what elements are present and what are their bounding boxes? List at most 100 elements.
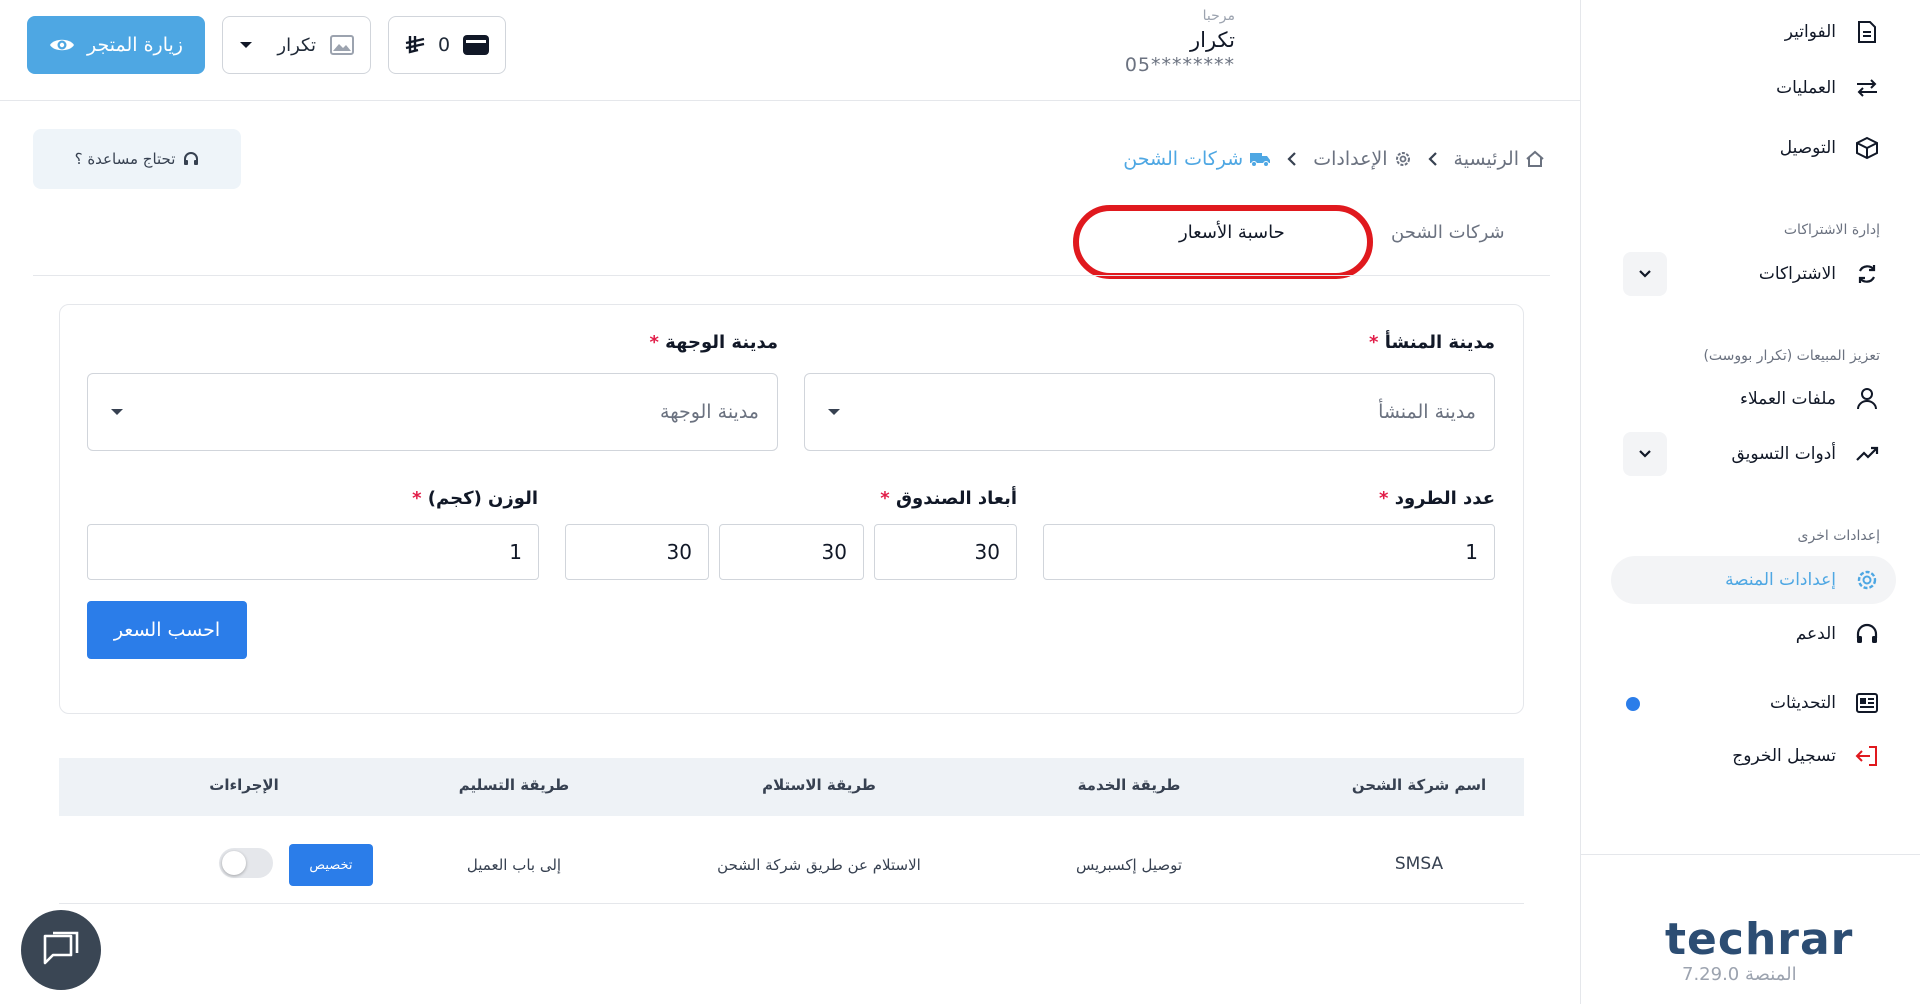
sidebar-item-invoices[interactable]: الفواتير [1785, 12, 1880, 52]
box-icon [1854, 135, 1880, 161]
th-company: اسم شركة الشحن [1351, 776, 1487, 794]
table-row: SMSA توصيل إكسبريس الاستلام عن طريق شركة… [59, 832, 1524, 904]
sidebar-item-support[interactable]: الدعم [1796, 614, 1880, 654]
store-select-label: تكرار [277, 34, 316, 56]
origin-label: مدينة المنشأ * [1369, 332, 1495, 353]
box-dims-label-text: أبعاد الصندوق [895, 488, 1017, 509]
breadcrumb-settings-label: الإعدادات [1313, 148, 1388, 170]
destination-placeholder: مدينة الوجهة [660, 401, 759, 423]
sidebar-item-operations[interactable]: العمليات [1776, 68, 1880, 108]
required-mark: * [1379, 488, 1389, 509]
riyal-icon [404, 34, 426, 56]
calculate-price-button[interactable]: احسب السعر [87, 601, 247, 659]
destination-label-text: مدينة الوجهة [665, 332, 778, 353]
store-select[interactable]: تكرار [222, 16, 371, 74]
sidebar-label: الاشتراكات [1758, 264, 1836, 284]
section-sales-boost: تعزيز المبيعات (تكرار بووست) [1703, 348, 1880, 364]
sidebar-item-delivery[interactable]: التوصيل [1780, 128, 1880, 168]
sidebar-divider [1581, 854, 1920, 855]
origin-placeholder: مدينة المنشأ [1378, 401, 1476, 423]
tabs-divider [33, 275, 1550, 276]
tab-shipping-companies[interactable]: شركات الشحن [1391, 222, 1505, 243]
chat-icon [41, 931, 81, 969]
newspaper-icon [1854, 690, 1880, 716]
user-greeting: مرحبا تكرار 05******** [1125, 8, 1235, 76]
parcels-label: عدد الطرود * [1379, 488, 1495, 509]
enable-toggle[interactable] [219, 848, 273, 878]
weight-label: الوزن (كجم) * [412, 488, 538, 509]
sidebar: الفواتير العمليات التوصيل إدارة الاشتراك… [1580, 0, 1920, 1004]
chevron-left-icon [1287, 151, 1297, 167]
visit-store-label: زيارة المتجر [87, 34, 183, 56]
destination-city-select[interactable]: مدينة الوجهة [87, 373, 778, 451]
box-width-input[interactable]: 30 [719, 524, 864, 580]
sidebar-item-subscriptions[interactable]: الاشتراكات [1759, 254, 1880, 294]
truck-icon [1249, 150, 1271, 168]
sidebar-label: العمليات [1776, 78, 1836, 98]
th-service: طريقة الخدمة [1077, 776, 1181, 794]
sidebar-item-platform-settings[interactable]: إعدادات المنصة [1725, 560, 1880, 600]
wallet-balance[interactable]: 0 [388, 16, 506, 74]
origin-city-select[interactable]: مدينة المنشأ [804, 373, 1495, 451]
headphones-icon [1854, 621, 1880, 647]
breadcrumb-home[interactable]: الرئيسية [1454, 148, 1545, 170]
home-icon [1525, 149, 1545, 169]
destination-label: مدينة الوجهة * [649, 332, 778, 353]
document-icon [1854, 19, 1880, 45]
refresh-icon [1854, 261, 1880, 287]
required-mark: * [412, 488, 422, 509]
visit-store-button[interactable]: زيارة المتجر [27, 16, 205, 74]
platform-version: المنصة 7.29.0 [1682, 964, 1797, 985]
th-delivery: طريقة التسليم [458, 776, 570, 794]
cell-pickup: الاستلام عن طريق شركة الشحن [717, 856, 921, 874]
gear-icon [1394, 150, 1412, 168]
parcels-value: 1 [1465, 540, 1478, 564]
box-length-input[interactable]: 30 [874, 524, 1017, 580]
highlight-ring [1073, 205, 1373, 279]
weight-value: 1 [509, 540, 522, 564]
cell-company: SMSA [1394, 854, 1444, 874]
chat-button[interactable] [21, 910, 101, 990]
chevron-down-icon [1638, 269, 1652, 279]
subscriptions-expand[interactable] [1623, 252, 1667, 296]
customize-label: تخصيص [309, 857, 353, 873]
sidebar-item-customer-files[interactable]: ملفات العملاء [1740, 379, 1880, 419]
sidebar-label: الفواتير [1784, 22, 1836, 42]
required-mark: * [880, 488, 890, 509]
parcels-input[interactable]: 1 [1043, 524, 1495, 580]
box-width-value: 30 [821, 540, 847, 564]
parcels-label-text: عدد الطرود [1394, 488, 1495, 509]
calculate-label: احسب السعر [113, 619, 221, 641]
breadcrumb-settings[interactable]: الإعدادات [1313, 148, 1411, 170]
headphones-icon [183, 151, 199, 167]
box-dimensions-label: أبعاد الصندوق * [880, 488, 1017, 509]
sidebar-item-logout[interactable]: تسجيل الخروج [1732, 736, 1880, 776]
phone-number: 05******** [1124, 54, 1235, 76]
chevron-down-icon [1638, 449, 1652, 459]
sidebar-item-marketing-tools[interactable]: أدوات التسويق [1731, 434, 1880, 474]
required-mark: * [1369, 332, 1379, 353]
cell-service: توصيل إكسبريس [1075, 856, 1183, 874]
breadcrumb-current: شركات الشحن [1123, 148, 1271, 170]
required-mark: * [649, 332, 659, 353]
customize-button[interactable]: تخصيص [289, 844, 373, 886]
box-length-value: 30 [974, 540, 1000, 564]
arrows-swap-icon [1854, 75, 1880, 101]
image-icon [330, 35, 354, 55]
weight-label-text: الوزن (كجم) [427, 488, 538, 509]
cell-delivery: إلى باب العميل [466, 856, 562, 874]
weight-input[interactable]: 1 [87, 524, 539, 580]
box-height-input[interactable]: 30 [565, 524, 709, 580]
marketing-expand[interactable] [1623, 432, 1667, 476]
help-button[interactable]: تحتاج مساعدة ؟ [33, 129, 241, 189]
table-header: اسم شركة الشحن طريقة الخدمة طريقة الاستل… [59, 758, 1524, 816]
updates-badge-dot [1626, 697, 1640, 711]
trending-up-icon [1854, 441, 1880, 467]
gear-icon [1854, 567, 1880, 593]
sidebar-item-updates[interactable]: التحديثات [1770, 683, 1880, 723]
section-other-settings: إعدادات اخرى [1797, 528, 1880, 544]
logout-icon [1854, 743, 1880, 769]
chevron-down-icon [827, 407, 841, 417]
chevron-left-icon [1427, 151, 1438, 167]
box-height-value: 30 [666, 540, 692, 564]
